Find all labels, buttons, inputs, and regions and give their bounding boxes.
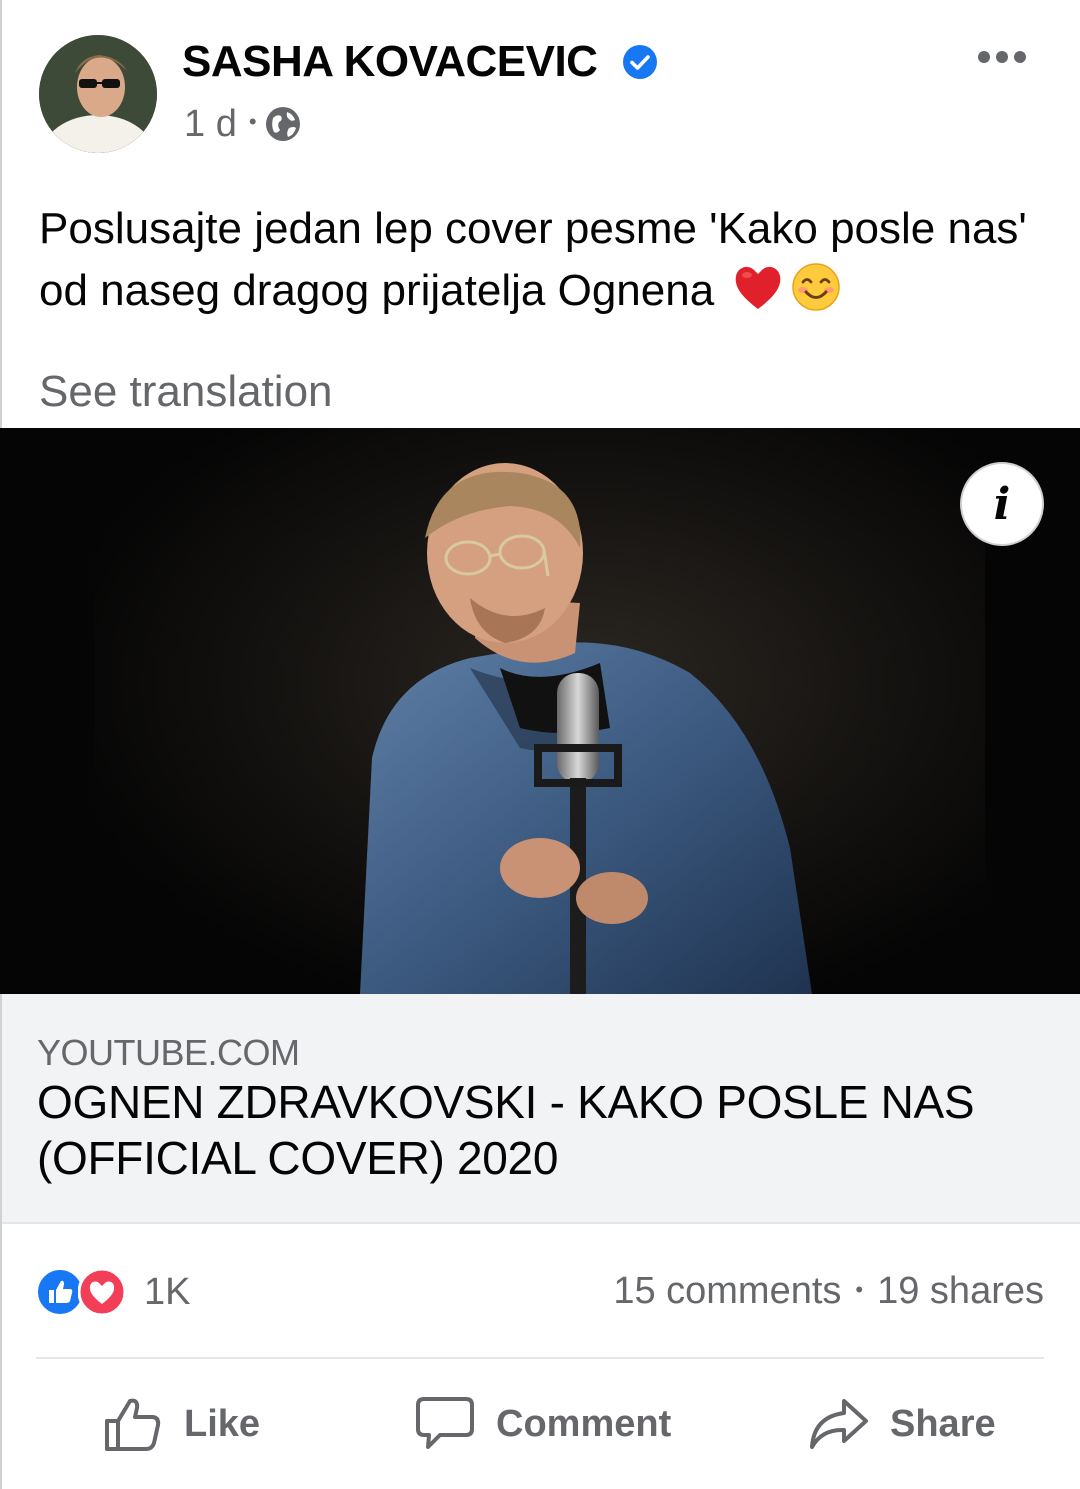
author-avatar[interactable] bbox=[39, 35, 157, 153]
more-options-icon[interactable] bbox=[970, 40, 1034, 74]
share-arrow-icon bbox=[810, 1399, 868, 1449]
avatar-photo bbox=[39, 35, 157, 153]
thumbnail-image bbox=[0, 428, 1080, 994]
comment-bubble-icon bbox=[416, 1397, 474, 1449]
reaction-count: 1K bbox=[144, 1270, 191, 1313]
see-translation-link[interactable]: See translation bbox=[39, 366, 333, 418]
post-message: Poslusajte jedan lep cover pesme 'Kako p… bbox=[39, 204, 1027, 315]
share-button[interactable]: Share bbox=[808, 1392, 996, 1456]
post-meta: 1 d • bbox=[184, 102, 301, 146]
globe-icon bbox=[265, 107, 300, 141]
shares-count[interactable]: 19 shares bbox=[877, 1270, 1044, 1313]
divider bbox=[36, 1357, 1044, 1359]
author-name[interactable]: SASHA KOVACEVIC bbox=[182, 38, 598, 86]
comment-button[interactable]: Comment bbox=[414, 1392, 671, 1456]
thumbs-up-icon bbox=[105, 1398, 161, 1451]
red-heart-emoji bbox=[736, 266, 781, 309]
video-thumbnail[interactable] bbox=[0, 428, 1080, 994]
link-title: OGNEN ZDRAVKOVSKI - KAKO POSLE NAS (OFFI… bbox=[37, 1076, 975, 1184]
like-button[interactable]: Like bbox=[102, 1392, 260, 1456]
info-icon[interactable]: i bbox=[960, 462, 1044, 546]
reactions-summary[interactable]: 1K bbox=[36, 1268, 190, 1316]
link-domain: YOUTUBE.COM bbox=[37, 1032, 300, 1073]
link-preview[interactable]: YOUTUBE.COM OGNEN ZDRAVKOVSKI - KAKO POS… bbox=[2, 994, 1080, 1224]
comment-label: Comment bbox=[496, 1402, 672, 1445]
share-label: Share bbox=[890, 1402, 996, 1445]
meta-separator: • bbox=[248, 109, 257, 134]
engagement-stats: 15 comments • 19 shares bbox=[613, 1270, 1044, 1313]
like-label: Like bbox=[184, 1402, 261, 1445]
love-reaction-icon bbox=[78, 1268, 126, 1316]
smiling-face-emoji bbox=[792, 263, 841, 311]
like-reaction-icon bbox=[36, 1268, 84, 1316]
comments-count[interactable]: 15 comments bbox=[613, 1270, 841, 1313]
reaction-icons bbox=[36, 1268, 136, 1316]
post-time[interactable]: 1 d bbox=[184, 102, 237, 146]
post-text: Poslusajte jedan lep cover pesme 'Kako p… bbox=[39, 198, 1039, 322]
stats-separator: • bbox=[855, 1276, 864, 1302]
verified-badge-icon bbox=[623, 45, 657, 79]
